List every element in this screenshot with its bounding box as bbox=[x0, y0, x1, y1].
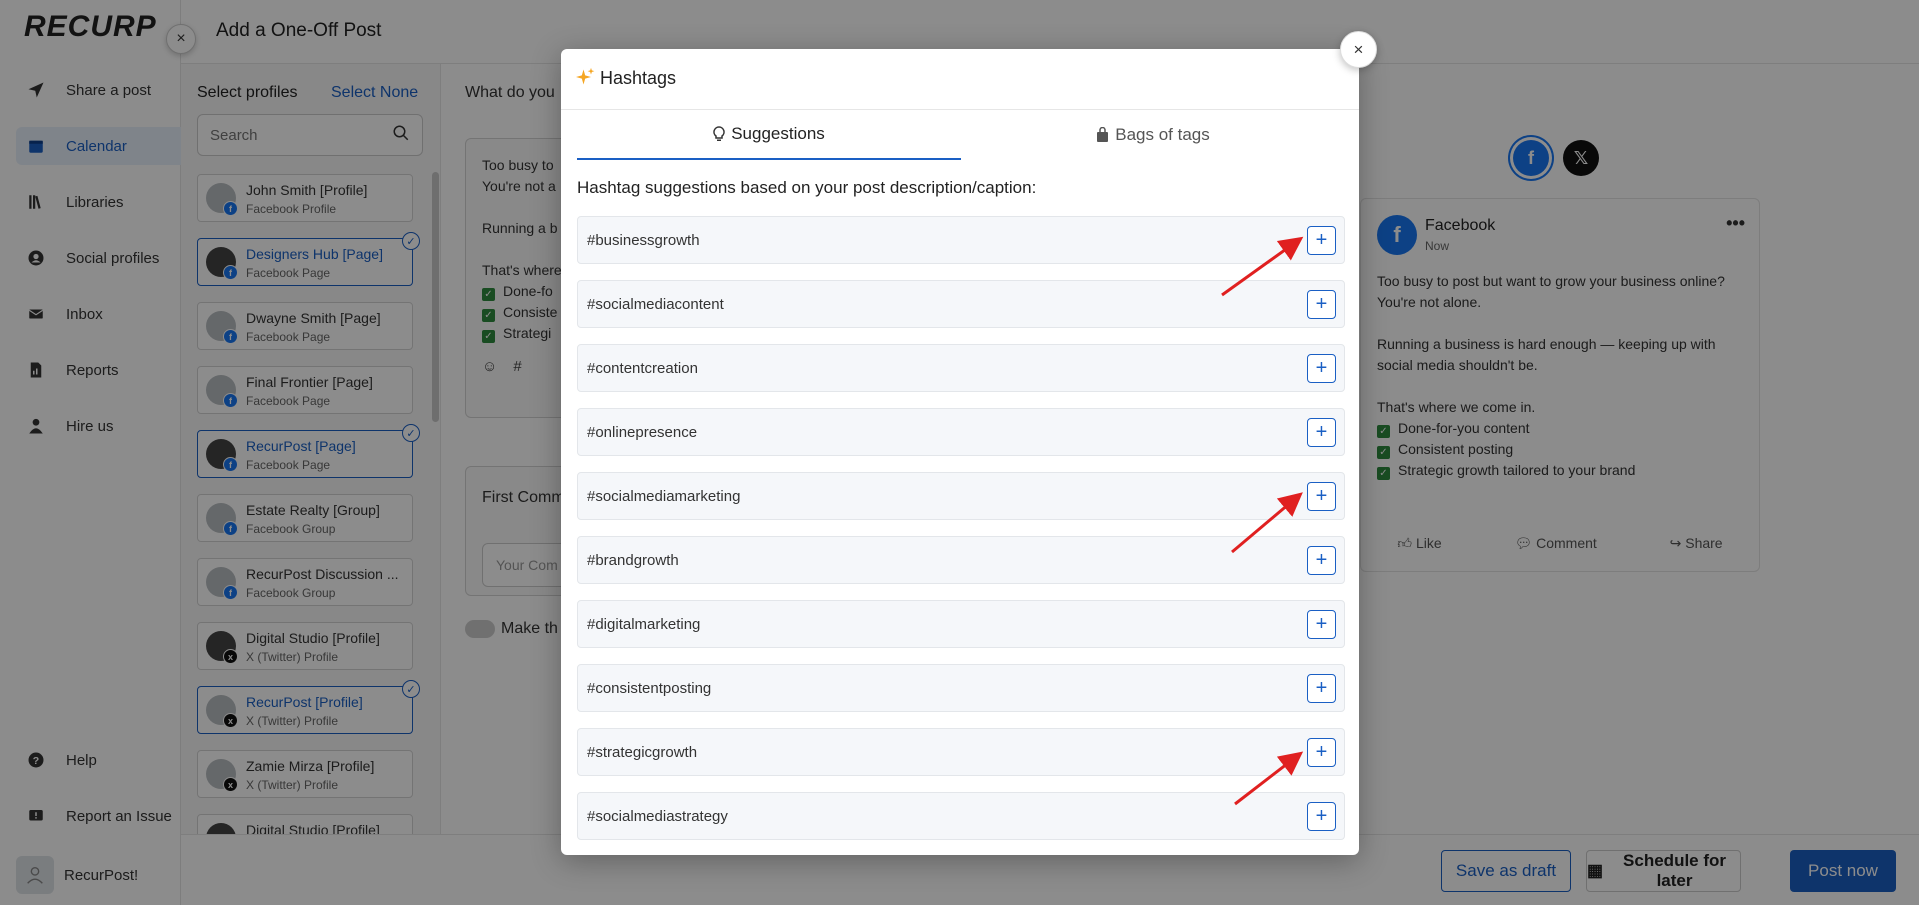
add-hashtag-button[interactable]: + bbox=[1307, 289, 1336, 319]
add-hashtag-button[interactable]: + bbox=[1307, 417, 1336, 447]
tab-suggestions[interactable]: Suggestions bbox=[577, 110, 961, 160]
lightbulb-icon bbox=[713, 126, 725, 142]
hashtag-text: #businessgrowth bbox=[587, 231, 700, 249]
modal-tabs: Suggestions Bags of tags bbox=[577, 110, 1345, 160]
add-hashtag-button[interactable]: + bbox=[1307, 225, 1336, 255]
hashtags-modal: Hashtags Suggestions Bags of tags Hashta… bbox=[561, 49, 1359, 855]
hashtag-row: #brandgrowth + bbox=[577, 536, 1345, 584]
modal-close-button[interactable]: × bbox=[1340, 31, 1377, 68]
tab-label: Bags of tags bbox=[1115, 125, 1210, 144]
hashtag-text: #strategicgrowth bbox=[587, 743, 698, 761]
hashtag-text: #socialmediacontent bbox=[587, 295, 724, 313]
hashtag-text: #contentcreation bbox=[587, 359, 698, 377]
hashtag-list: #businessgrowth + #socialmediacontent + #con… bbox=[577, 216, 1345, 855]
hashtag-row: #consistentposting + bbox=[577, 664, 1345, 712]
hashtag-text: #consistentposting bbox=[587, 679, 712, 697]
bag-icon bbox=[1096, 127, 1109, 143]
hashtag-row: #onlinepresence + bbox=[577, 408, 1345, 456]
tab-bags-of-tags[interactable]: Bags of tags bbox=[961, 110, 1345, 160]
add-hashtag-button[interactable]: + bbox=[1307, 673, 1336, 703]
hashtag-text: #brandgrowth bbox=[587, 551, 679, 569]
sparkle-icon bbox=[576, 67, 596, 87]
modal-title: Hashtags bbox=[600, 68, 677, 88]
hashtag-row: #socialmediastrategy + bbox=[577, 792, 1345, 840]
add-hashtag-button[interactable]: + bbox=[1307, 353, 1336, 383]
hashtag-row: #digitalmarketing + bbox=[577, 600, 1345, 648]
hashtag-row: #socialmediacontent + bbox=[577, 280, 1345, 328]
add-hashtag-button[interactable]: + bbox=[1307, 545, 1336, 575]
tab-label: Suggestions bbox=[731, 124, 825, 143]
hashtag-row: #businessgrowth + bbox=[577, 216, 1345, 264]
modal-header: Hashtags bbox=[561, 49, 1359, 110]
add-hashtag-button[interactable]: + bbox=[1307, 609, 1336, 639]
hashtag-row: #socialmediamarketing + bbox=[577, 472, 1345, 520]
hashtag-text: #socialmediamarketing bbox=[587, 487, 741, 505]
suggestions-heading: Hashtag suggestions based on your post d… bbox=[577, 178, 1037, 197]
hashtag-text: #onlinepresence bbox=[587, 423, 698, 441]
hashtag-row: #strategicgrowth + bbox=[577, 728, 1345, 776]
hashtag-text: #digitalmarketing bbox=[587, 615, 701, 633]
add-hashtag-button[interactable]: + bbox=[1307, 801, 1336, 831]
add-hashtag-button[interactable]: + bbox=[1307, 737, 1336, 767]
add-hashtag-button[interactable]: + bbox=[1307, 481, 1336, 511]
hashtag-text: #socialmediastrategy bbox=[587, 807, 728, 825]
hashtag-row: #contentcreation + bbox=[577, 344, 1345, 392]
